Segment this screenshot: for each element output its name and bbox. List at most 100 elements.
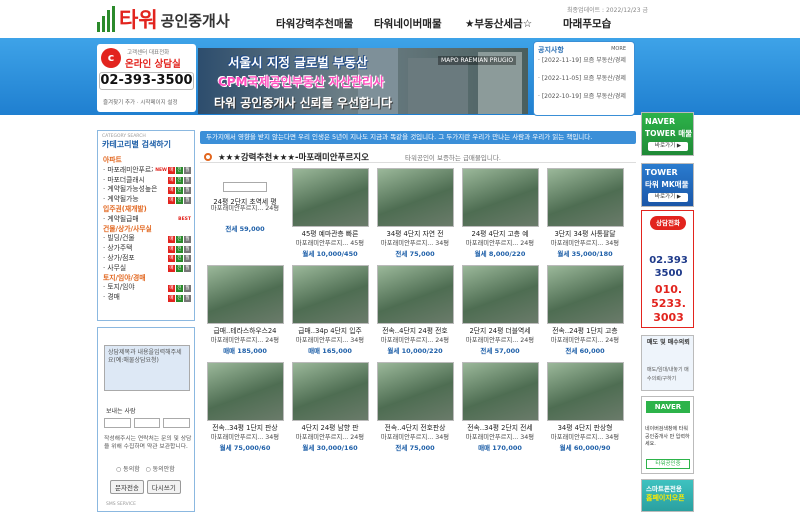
type-badge[interactable]: 월 — [184, 265, 191, 273]
phone-input-2[interactable] — [133, 418, 161, 428]
category-group[interactable]: 아파트 — [103, 156, 191, 166]
type-badge[interactable]: 전 — [176, 235, 183, 243]
listing-card[interactable]: 급매..34p 4단지 입주 마포래미안푸르지... 34평 매매 165,000 — [290, 265, 370, 361]
phone-input-1[interactable] — [104, 418, 131, 428]
type-badge[interactable]: 월 — [184, 167, 191, 175]
listing-card[interactable]: 45평 예마관층 빠른 마포래미안푸르지... 45평 월세 10,000/450 — [290, 168, 370, 264]
listing-card[interactable]: 34평 4단지 판상형 마포래미안푸르지... 34평 월세 60,000/90 — [545, 362, 625, 458]
listing-thumbnail[interactable] — [292, 362, 369, 421]
type-badge[interactable]: 전 — [176, 284, 183, 292]
type-badge[interactable]: 전 — [176, 196, 183, 204]
listing-card[interactable]: 2단지 24평 더블역세 마포래미안푸르지... 24평 전세 57,000 — [460, 265, 540, 361]
type-badge[interactable]: 월 — [184, 255, 191, 263]
category-item[interactable]: · 마포더클래시 매 전 월 — [103, 176, 191, 186]
listing-title[interactable]: 전속..34평 2단지 전세 — [460, 422, 540, 432]
type-badge[interactable]: 전 — [176, 186, 183, 194]
listing-thumbnail[interactable] — [547, 265, 624, 324]
listing-card[interactable]: 전속..24평 1단지 고층 마포래미안푸르지... 24평 전세 60,000 — [545, 265, 625, 361]
listing-thumbnail[interactable] — [207, 362, 284, 421]
listing-thumbnail[interactable] — [462, 362, 539, 421]
type-badge[interactable]: 전 — [176, 265, 183, 273]
type-badge[interactable]: 매 — [168, 284, 175, 292]
category-item[interactable]: · 토지/임야 매 전 월 — [103, 283, 191, 293]
type-badge[interactable]: 매 — [168, 186, 175, 194]
site-logo[interactable]: 타워 공인중개사 — [97, 6, 230, 32]
category-item[interactable]: · 빌딩/건물 매 전 월 — [103, 234, 191, 244]
listing-card[interactable]: 3단지 34평 사통팔달 마포래미안푸르지... 34평 월세 35,000/180 — [545, 168, 625, 264]
listing-card[interactable]: 전속..34평 2단지 전세 마포래미안푸르지... 34평 매매 170,000 — [460, 362, 540, 458]
listing-title[interactable]: 34평 4단지 자연 전 — [375, 228, 455, 238]
listing-title[interactable]: 전속..4단지 24평 전호 — [375, 325, 455, 335]
type-badge[interactable]: 매 — [168, 176, 175, 184]
category-item[interactable]: · 상가주택 매 전 월 — [103, 244, 191, 254]
category-item[interactable]: · 계약될가능 매 전 월 — [103, 195, 191, 205]
category-item[interactable]: · 상가/점포 매 전 월 — [103, 254, 191, 264]
type-badge[interactable]: 전 — [176, 245, 183, 253]
listing-thumbnail[interactable] — [377, 362, 454, 421]
listing-title[interactable]: 2단지 24평 더블역세 — [460, 325, 540, 335]
cs-title[interactable]: 온라인 상담실 — [125, 56, 181, 70]
listing-card[interactable]: 24평 4단지 고층 예 마포래미안푸르지... 24평 월세 8,000/220 — [460, 168, 540, 264]
category-item[interactable]: · 사무실 매 전 월 — [103, 264, 191, 274]
cs-links[interactable]: 즐겨찾기 추가 · 시작페이지 설정 — [103, 98, 178, 106]
listing-thumbnail[interactable] — [292, 265, 369, 324]
listing-title[interactable]: 급매..34p 4단지 입주 — [290, 325, 370, 335]
type-badge[interactable]: 전 — [176, 167, 183, 175]
listing-title[interactable]: 24평 4단지 고층 예 — [460, 228, 540, 238]
naver-search-button[interactable]: 타워공인중 — [646, 459, 690, 469]
nav-photos[interactable]: 마래푸모습 — [563, 16, 633, 31]
listing-thumbnail[interactable] — [547, 362, 624, 421]
type-badge[interactable]: 매 — [168, 235, 175, 243]
listing-title[interactable]: 전속..4단지 전호판상 — [375, 422, 455, 432]
type-badge[interactable]: 월 — [184, 284, 191, 292]
notice-item[interactable]: · [2022-10-19] 요즘 부동산/경제 — [538, 92, 628, 110]
listing-title[interactable]: 4단지 24평 남향 판 — [290, 422, 370, 432]
category-item[interactable]: · 경매 매 전 월 — [103, 293, 191, 303]
listing-thumbnail[interactable] — [207, 265, 284, 324]
category-item[interactable]: · 마포래미안푸르지오NEW매전월 — [103, 166, 191, 176]
tower-listing-banner[interactable]: TOWER 타워 MK매물 바로가기 ▶ — [641, 163, 694, 207]
type-badge[interactable]: 매 — [168, 265, 175, 273]
nav-recommended[interactable]: 타워강력추천매물 — [276, 16, 374, 31]
type-badge[interactable]: 월 — [184, 235, 191, 243]
trade-request-box[interactable]: 매도 및 매수의뢰 매도/임대/내놓기 매수의뢰/구하기 — [641, 335, 694, 391]
listing-card[interactable]: 급매..테라스하우스24 마포래미안푸르지... 24평 매매 185,000 — [205, 265, 285, 361]
listing-thumbnail[interactable] — [377, 168, 454, 227]
type-badge[interactable]: 월 — [184, 196, 191, 204]
listing-card[interactable]: 34평 4단지 자연 전 마포래미안푸르지... 34평 전세 75,000 — [375, 168, 455, 264]
listing-title[interactable]: 34평 4단지 판상형 — [545, 422, 625, 432]
send-sms-button[interactable]: 문자전송 — [110, 480, 144, 494]
hero-banner[interactable]: MAPO RAEMIAN PRUGIO 서울시 지정 글로벌 부동산 CPM국제… — [198, 48, 528, 114]
type-badge[interactable]: 월 — [184, 245, 191, 253]
naver-go-button[interactable]: 바로가기 ▶ — [648, 142, 688, 151]
listing-card[interactable]: 전속..4단지 전호판상 마포래미안푸르지... 34평 전세 75,000 — [375, 362, 455, 458]
listing-thumbnail[interactable] — [462, 265, 539, 324]
tower-go-button[interactable]: 바로가기 ▶ — [648, 193, 688, 202]
listing-card[interactable]: 전속..4단지 24평 전호 마포래미안푸르지... 24평 월세 10,000/2… — [375, 265, 455, 361]
category-item[interactable]: · 계약될가능성높은 매 전 월 — [103, 185, 191, 195]
type-badge[interactable]: 매 — [168, 167, 175, 175]
type-badge[interactable]: 월 — [184, 186, 191, 194]
listing-title[interactable]: 45평 예마관층 빠른 — [290, 228, 370, 238]
category-item[interactable]: · 계약될급매 BEST — [103, 215, 191, 225]
category-group[interactable]: 건물/상가/사무실 — [103, 225, 191, 235]
nav-naver-listings[interactable]: 타워네이버매물 — [374, 16, 465, 31]
nav-tax[interactable]: ★부동산세금☆ — [465, 16, 563, 31]
listing-card[interactable]: 전속..34평 1단지 판상 마포래미안푸르지... 34평 월세 75,000/6… — [205, 362, 285, 458]
type-badge[interactable]: 매 — [168, 245, 175, 253]
notice-item[interactable]: · [2022-11-19] 요즘 부동산/경제 — [538, 56, 628, 74]
naver-listing-banner[interactable]: NAVER TOWER 매물 바로가기 ▶ — [641, 112, 694, 156]
trade-menu[interactable]: 매도/임대/내놓기 매수의뢰/구하기 — [647, 366, 693, 384]
listing-card[interactable]: 24평 2단지 초역세 평 마포래미안푸르지... 24평 전세 59,000 — [205, 168, 285, 264]
reset-button[interactable]: 다시쓰기 — [146, 480, 181, 494]
radio-icon[interactable]: ○ — [116, 466, 121, 473]
category-group[interactable]: 입주권(재개발) — [103, 205, 191, 215]
type-badge[interactable]: 매 — [168, 196, 175, 204]
type-badge[interactable]: 월 — [184, 294, 191, 302]
listing-title[interactable]: 3단지 34평 사통팔달 — [545, 228, 625, 238]
notice-item[interactable]: · [2022-11-05] 요즘 부동산/경제 — [538, 74, 628, 92]
listing-thumbnail[interactable] — [223, 182, 267, 192]
type-badge[interactable]: 전 — [176, 176, 183, 184]
type-badge[interactable]: 매 — [168, 294, 175, 302]
type-badge[interactable]: 전 — [176, 255, 183, 263]
